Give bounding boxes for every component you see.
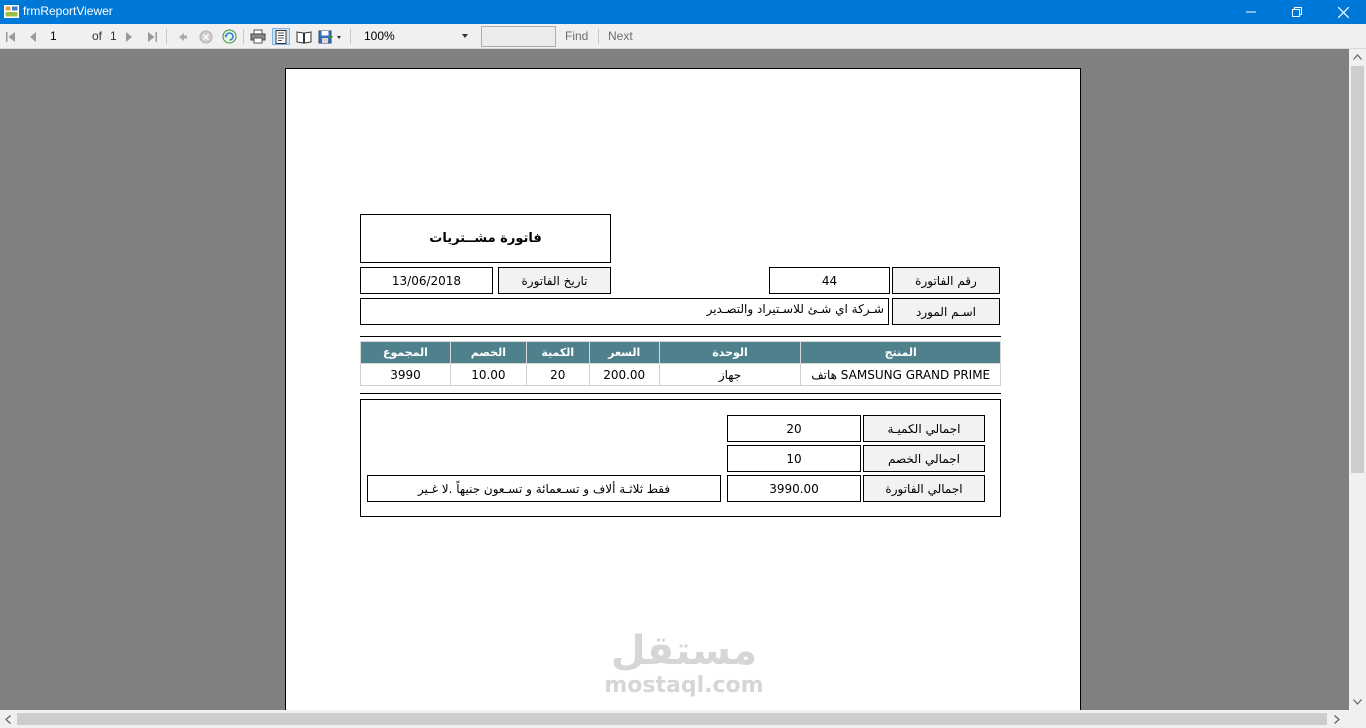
export-button[interactable] (317, 28, 343, 45)
header-total: المجموع (360, 341, 451, 364)
page-of-label: of (92, 29, 103, 43)
page-setup-icon (296, 30, 312, 44)
back-arrow-icon (179, 32, 187, 41)
next-page-button[interactable] (120, 28, 138, 45)
last-page-button[interactable] (143, 28, 161, 45)
report-title: فاتورة مشــتريات (360, 214, 611, 263)
items-header-row: المنتج الوحدة السعر الكمية الخصم المجموع (360, 341, 1001, 364)
header-product: المنتج (800, 341, 1001, 364)
total-invoice-value: 3990.00 (727, 475, 861, 502)
print-icon (250, 29, 266, 44)
stop-button[interactable] (197, 28, 215, 45)
report-viewport[interactable]: فاتورة مشــتريات رقم الفاتورة 44 تاريخ ا… (0, 49, 1349, 710)
header-price: السعر (588, 341, 660, 364)
supplier-label: اسـم المورد (892, 298, 1000, 325)
report-page: فاتورة مشــتريات رقم الفاتورة 44 تاريخ ا… (285, 68, 1081, 710)
cell-price: 200.00 (588, 363, 660, 386)
cell-discount: 10.00 (449, 363, 527, 386)
next-page-icon (126, 31, 132, 42)
close-icon (1337, 6, 1349, 18)
scroll-left-icon[interactable] (5, 715, 11, 724)
print-button[interactable] (249, 28, 267, 45)
invoice-number-label: رقم الفاتورة (892, 267, 1000, 294)
app-icon (4, 4, 19, 19)
scroll-right-icon[interactable] (1334, 715, 1340, 724)
total-quantity-label: اجمالي الكميـة (863, 415, 985, 442)
window-title: frmReportViewer (23, 4, 113, 18)
cell-total: 3990 (360, 363, 451, 386)
divider-line (360, 336, 1001, 337)
previous-page-button[interactable] (24, 28, 42, 45)
print-layout-icon (275, 29, 287, 44)
scroll-up-icon[interactable] (1353, 54, 1362, 60)
horizontal-scroll-thumb[interactable] (17, 713, 1327, 725)
minimize-icon (1246, 11, 1256, 13)
back-button[interactable] (174, 28, 192, 45)
scroll-down-icon[interactable] (1353, 699, 1362, 705)
table-row: SAMSUNG GRAND PRIME هاتف جهاز 200.00 20 … (360, 363, 1001, 386)
first-page-button[interactable] (2, 28, 20, 45)
total-invoice-label: اجمالي الفاتورة (863, 475, 985, 502)
zoom-value: 100% (364, 29, 395, 43)
find-button[interactable]: Find (565, 29, 588, 43)
find-next-button[interactable]: Next (608, 29, 633, 43)
header-discount: الخصم (449, 341, 527, 364)
previous-page-icon (30, 31, 36, 42)
cell-unit: جهاز (658, 363, 802, 386)
toolbar-separator (350, 29, 351, 44)
restore-button[interactable] (1274, 0, 1320, 24)
invoice-date-value: 13/06/2018 (360, 267, 493, 294)
restore-icon (1292, 7, 1302, 17)
refresh-icon (222, 29, 236, 44)
horizontal-scrollbar[interactable] (0, 710, 1366, 728)
cell-product: SAMSUNG GRAND PRIME هاتف (800, 363, 1001, 386)
vertical-scroll-thumb[interactable] (1351, 66, 1364, 473)
vertical-scrollbar[interactable] (1349, 49, 1366, 710)
chevron-down-icon (462, 34, 468, 38)
minimize-button[interactable] (1228, 0, 1274, 24)
window-titlebar: frmReportViewer (0, 0, 1366, 24)
refresh-button[interactable] (220, 28, 238, 45)
amount-in-words: فقط ثلاثـة ألاف و تسـعمائة و تسـعون جنيه… (367, 475, 721, 502)
close-button[interactable] (1320, 0, 1366, 24)
toolbar-separator (166, 29, 167, 44)
divider-line (360, 393, 1001, 394)
last-page-icon (148, 31, 157, 42)
watermark-logo: مستقل mostaql.com (599, 629, 769, 699)
invoice-number-value: 44 (769, 267, 890, 294)
export-icon (318, 30, 341, 43)
watermark-arabic: مستقل (610, 628, 758, 674)
find-text-input[interactable] (481, 26, 556, 47)
report-toolbar: 1 of 1 100% Find Next (0, 24, 1366, 49)
header-unit: الوحدة (658, 341, 802, 364)
header-quantity: الكمية (525, 341, 590, 364)
page-total: 1 (110, 29, 117, 43)
toolbar-separator (243, 29, 244, 44)
cell-quantity: 20 (525, 363, 590, 386)
print-layout-button[interactable] (272, 28, 290, 45)
items-table: المنتج الوحدة السعر الكمية الخصم المجموع… (360, 341, 1001, 386)
supplier-value: شـركة اي شـئ للاسـتيراد والتصـدير (360, 298, 889, 325)
total-quantity-value: 20 (727, 415, 861, 442)
total-discount-value: 10 (727, 445, 861, 472)
first-page-icon (6, 31, 15, 42)
current-page-input[interactable]: 1 (46, 27, 86, 46)
invoice-date-label: تاريخ الفاتورة (498, 267, 611, 294)
total-discount-label: اجمالي الخصم (863, 445, 985, 472)
watermark-latin: mostaql.com (604, 673, 764, 698)
stop-icon (199, 30, 213, 43)
zoom-select[interactable]: 100% (360, 27, 472, 46)
page-setup-button[interactable] (295, 28, 313, 45)
toolbar-separator (598, 29, 599, 44)
